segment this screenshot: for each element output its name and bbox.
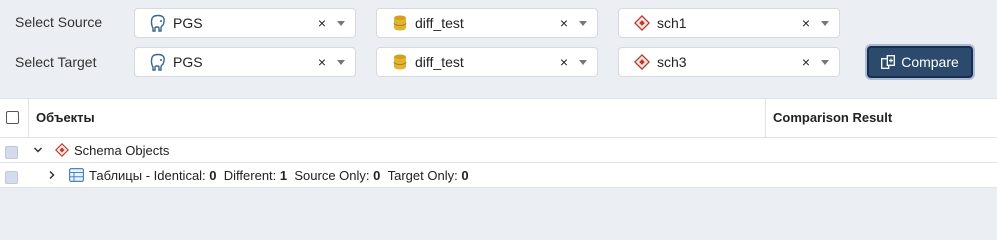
column-header-objects[interactable]: Объекты — [28, 99, 766, 139]
target-server-value: PGS — [173, 54, 203, 70]
postgres-elephant-icon — [149, 53, 167, 71]
source-server-value: PGS — [173, 15, 203, 31]
source-server-select[interactable]: PGS × — [134, 8, 356, 38]
chevron-right-icon[interactable] — [47, 170, 57, 180]
clear-icon[interactable]: × — [799, 54, 813, 70]
tree-node-label: Таблицы - Identical: — [89, 167, 206, 183]
source-schema-value: sch1 — [657, 15, 687, 31]
chevron-down-icon[interactable] — [821, 59, 829, 65]
database-icon — [391, 53, 409, 71]
table-row[interactable]: Schema Objects — [0, 138, 997, 163]
select-all-checkbox[interactable] — [6, 111, 19, 124]
chevron-down-icon[interactable] — [579, 20, 587, 26]
target-schema-value: sch3 — [657, 54, 687, 70]
source-database-select[interactable]: diff_test × — [376, 8, 598, 38]
identical-count: 0 — [209, 167, 217, 183]
table-header: Объекты Comparison Result — [0, 98, 997, 139]
target-server-select[interactable]: PGS × — [134, 47, 356, 77]
select-target-label: Select Target — [15, 54, 97, 70]
target-database-select[interactable]: diff_test × — [376, 47, 598, 77]
source-database-value: diff_test — [415, 15, 464, 31]
chevron-down-icon[interactable] — [579, 59, 587, 65]
source-schema-select[interactable]: sch1 × — [618, 8, 840, 38]
target-only-label: Target Only: — [387, 167, 458, 183]
clear-icon[interactable]: × — [315, 15, 329, 31]
clear-icon[interactable]: × — [315, 54, 329, 70]
target-schema-select[interactable]: sch3 × — [618, 47, 840, 77]
different-label: Different: — [223, 167, 277, 183]
select-source-label: Select Source — [15, 14, 103, 30]
clear-icon[interactable]: × — [557, 15, 571, 31]
compare-button[interactable]: Compare — [867, 46, 973, 78]
clear-icon[interactable]: × — [557, 54, 571, 70]
postgres-elephant-icon — [149, 14, 167, 32]
column-header-comparison-result[interactable]: Comparison Result — [765, 99, 892, 139]
schema-icon — [633, 53, 651, 71]
chevron-down-icon[interactable] — [33, 145, 43, 155]
tree-node-label: Schema Objects — [74, 142, 170, 158]
clear-icon[interactable]: × — [799, 15, 813, 31]
chevron-down-icon[interactable] — [337, 59, 345, 65]
target-database-value: diff_test — [415, 54, 464, 70]
schema-icon — [633, 14, 651, 32]
compare-button-label: Compare — [901, 54, 959, 70]
source-only-count: 0 — [373, 167, 381, 183]
chevron-down-icon[interactable] — [337, 20, 345, 26]
table-row[interactable]: Таблицы - Identical: 0 Different: 1 Sour… — [0, 163, 997, 188]
schema-icon — [55, 143, 69, 157]
database-icon — [391, 14, 409, 32]
different-count: 1 — [279, 167, 288, 183]
compare-icon — [881, 55, 896, 69]
source-only-label: Source Only: — [294, 167, 370, 183]
row-checkbox[interactable] — [5, 171, 18, 184]
target-only-count: 0 — [461, 167, 469, 183]
table-icon — [69, 168, 84, 182]
chevron-down-icon[interactable] — [821, 20, 829, 26]
row-checkbox[interactable] — [5, 146, 18, 159]
